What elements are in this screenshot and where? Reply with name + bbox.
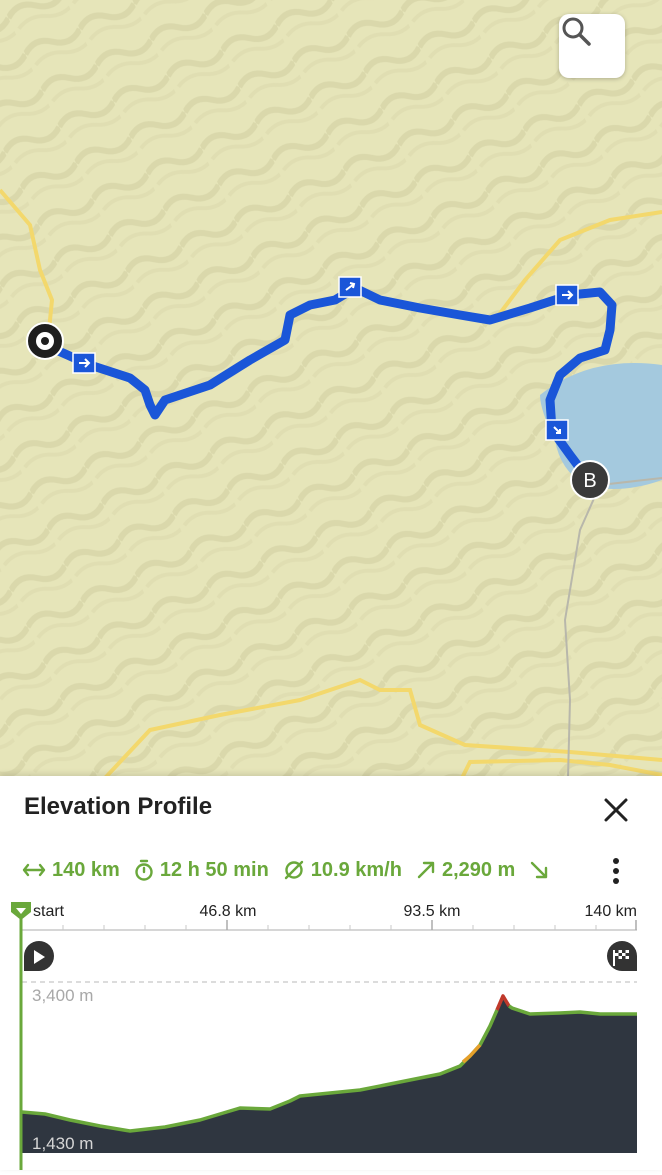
distance-axis-major-ticks [226,920,637,930]
y-label-max: 3,400 m [32,986,93,1005]
distance-value: 140 km [52,858,120,881]
x-tick-2: 93.5 km [404,903,461,920]
close-icon [604,798,628,822]
distance-icon [22,863,46,877]
finish-icon-marker[interactable] [607,941,637,971]
close-button[interactable] [596,790,636,830]
start-marker[interactable] [26,322,64,360]
elevation-chart[interactable]: start 46.8 km 93.5 km 140 km 3,400 m 1,4… [0,898,662,1170]
x-tick-end: 140 km [585,903,637,920]
duration-value: 12 h 50 min [159,858,269,881]
more-vertical-icon [613,858,619,884]
y-label-min: 1,430 m [32,1134,93,1153]
elevation-line-end [508,1004,637,1016]
stat-descent [529,860,555,880]
x-tick-1: 46.8 km [200,903,257,920]
ascent-value: 2,290 m [441,858,516,881]
elevation-chart-canvas[interactable]: start 46.8 km 93.5 km 140 km 3,400 m 1,4… [0,898,662,1170]
average-icon [284,860,303,880]
speed-value: 10.9 km/h [310,858,402,881]
map-canvas[interactable]: B [0,0,662,778]
elevation-panel: Elevation Profile 140 km 12 h 50 min 10.… [0,776,662,1170]
start-icon-marker[interactable] [24,941,54,971]
map-view[interactable]: B [0,0,662,778]
panel-title: Elevation Profile [24,793,213,820]
x-tick-start: start [33,903,65,920]
stat-distance: 140 km [22,859,120,882]
stat-speed: 10.9 km/h [283,859,402,882]
ascent-arrow-icon [417,861,435,879]
more-options-button[interactable] [604,855,628,887]
descent-arrow-icon [531,861,548,879]
route-stats: 140 km 12 h 50 min 10.9 km/h 2,290 m [22,856,569,884]
stat-duration: 12 h 50 min [134,859,269,882]
stopwatch-icon [135,859,153,881]
end-marker-label: B [583,470,596,492]
search-icon [562,17,591,46]
stat-ascent: 2,290 m [416,859,515,882]
search-button[interactable] [559,14,625,78]
end-marker[interactable]: B [570,460,610,500]
